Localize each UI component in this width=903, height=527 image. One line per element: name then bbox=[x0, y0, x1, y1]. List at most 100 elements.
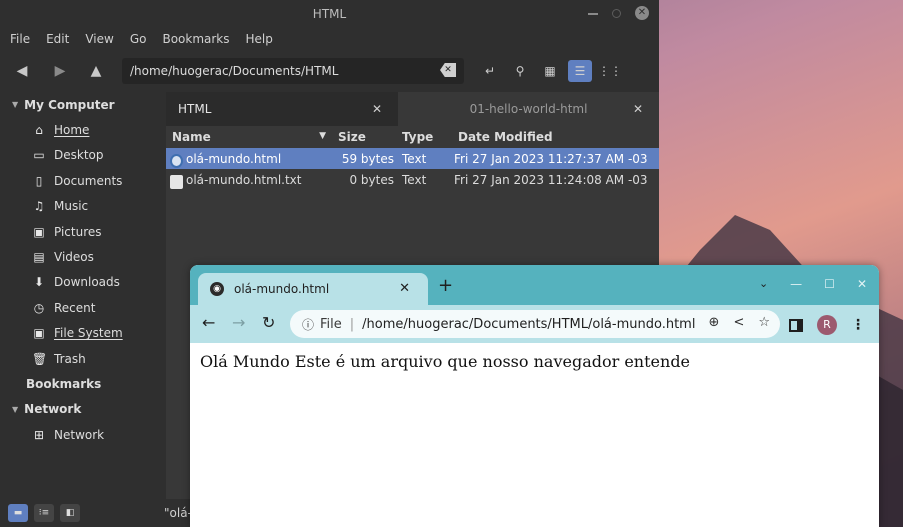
column-size[interactable]: Size bbox=[332, 130, 398, 144]
reload-icon[interactable]: ↻ bbox=[262, 313, 275, 332]
tab-bar: HTML ✕ 01-hello-world-html ✕ bbox=[166, 92, 659, 126]
sidebar-header-my-computer[interactable]: ▼ My Computer bbox=[0, 92, 166, 117]
column-name[interactable]: Name ▼ bbox=[166, 130, 332, 144]
sidebar-item-videos[interactable]: ▤ Videos bbox=[0, 244, 166, 269]
sidebar-item-documents[interactable]: ▯ Documents bbox=[0, 168, 166, 193]
star-icon[interactable]: ☆ bbox=[758, 315, 770, 330]
back-arrow-icon[interactable]: ← bbox=[202, 313, 215, 332]
places-toggle-icon[interactable]: ▬ bbox=[8, 504, 28, 522]
maximize-button[interactable]: ☐ bbox=[824, 277, 835, 291]
share-icon[interactable]: < bbox=[733, 315, 744, 330]
file-row[interactable]: olá-mundo.html 59 bytes Text Fri 27 Jan … bbox=[166, 148, 659, 169]
sidebar-item-desktop[interactable]: ▭ Desktop bbox=[0, 143, 166, 168]
videos-icon: ▤ bbox=[33, 250, 45, 265]
menu-bar: File Edit View Go Bookmarks Help bbox=[0, 28, 659, 50]
tab-01-hello-world-html[interactable]: 01-hello-world-html ✕ bbox=[398, 92, 659, 126]
clear-location-icon[interactable]: ✕ bbox=[440, 63, 456, 77]
arrow-left-icon: ◀ bbox=[16, 63, 28, 79]
browser-tab-title: olá-mundo.html bbox=[234, 282, 330, 296]
sidebar-item-network[interactable]: ⊞ Network bbox=[0, 422, 166, 447]
view-toggles: ↵ ⚲ ▦ ☰ ⋮⋮ bbox=[478, 60, 622, 82]
sidebar-item-file-system[interactable]: ▣ File System bbox=[0, 321, 166, 346]
home-icon: ⌂ bbox=[35, 123, 43, 138]
divider: | bbox=[349, 316, 355, 332]
location-path: /home/huogerac/Documents/HTML bbox=[130, 64, 339, 78]
menu-file[interactable]: File bbox=[2, 32, 38, 46]
column-type[interactable]: Type bbox=[398, 130, 454, 144]
list-view-icon[interactable]: ☰ bbox=[568, 60, 592, 82]
back-button[interactable]: ◀ bbox=[10, 59, 34, 83]
chevron-down-icon: ▼ bbox=[12, 404, 19, 414]
close-button[interactable]: ✕ bbox=[857, 277, 867, 291]
menu-view[interactable]: View bbox=[77, 32, 121, 46]
sort-descending-icon: ▼ bbox=[319, 131, 326, 141]
tab-search-icon[interactable]: ⌄ bbox=[759, 277, 768, 291]
search-icon[interactable]: ⚲ bbox=[508, 60, 532, 82]
sidebar-item-home[interactable]: ⌂ Home bbox=[0, 117, 166, 142]
sidebar-item-music[interactable]: ♫ Music bbox=[0, 194, 166, 219]
sidebar-item-recent[interactable]: ◷ Recent bbox=[0, 295, 166, 320]
close-button[interactable]: ✕ bbox=[635, 6, 649, 20]
browser-tab[interactable]: ◉ olá-mundo.html ✕ bbox=[198, 273, 428, 305]
window-controls: ✕ bbox=[588, 6, 649, 20]
minimize-button[interactable]: — bbox=[790, 277, 802, 291]
downloads-icon: ⬇ bbox=[33, 275, 45, 290]
tree-toggle-icon[interactable]: ⁝≡ bbox=[34, 504, 54, 522]
icon-view-icon[interactable]: ▦ bbox=[538, 60, 562, 82]
drive-icon: ▣ bbox=[33, 326, 45, 341]
arrow-right-icon: ▶ bbox=[54, 63, 66, 79]
more-options-icon[interactable]: ⋮ bbox=[851, 317, 865, 333]
compact-view-icon[interactable]: ⋮⋮ bbox=[598, 60, 622, 82]
column-date-modified[interactable]: Date Modified bbox=[454, 130, 659, 144]
documents-icon: ▯ bbox=[35, 173, 43, 188]
sidebar-header-network[interactable]: ▼ Network bbox=[0, 397, 166, 422]
forward-arrow-icon[interactable]: → bbox=[232, 313, 245, 332]
column-headers: Name ▼ Size Type Date Modified bbox=[166, 126, 659, 148]
sidebar-header-bookmarks[interactable]: Bookmarks bbox=[0, 371, 166, 396]
close-tab-icon[interactable]: ✕ bbox=[633, 102, 643, 116]
browser-window: ◉ olá-mundo.html ✕ + ⌄ — ☐ ✕ ← → ↻ ⓘ Fil… bbox=[190, 265, 879, 527]
close-tab-icon[interactable]: ✕ bbox=[399, 281, 410, 296]
hide-sidebar-icon[interactable]: ◧ bbox=[60, 504, 80, 522]
menu-go[interactable]: Go bbox=[122, 32, 155, 46]
sidebar-item-pictures[interactable]: ▣ Pictures bbox=[0, 219, 166, 244]
side-panel-icon[interactable] bbox=[789, 318, 803, 332]
info-icon[interactable]: ⓘ bbox=[302, 316, 314, 333]
forward-button[interactable]: ▶ bbox=[48, 59, 72, 83]
browser-tab-strip: ◉ olá-mundo.html ✕ + ⌄ — ☐ ✕ bbox=[190, 265, 879, 305]
new-tab-button[interactable]: + bbox=[438, 275, 453, 296]
file-row[interactable]: olá-mundo.html.txt 0 bytes Text Fri 27 J… bbox=[166, 169, 659, 190]
html-file-icon bbox=[170, 153, 183, 168]
minimize-button[interactable] bbox=[588, 13, 598, 15]
url-text: /home/huogerac/Documents/HTML/olá-mundo.… bbox=[362, 316, 696, 332]
page-text: Olá Mundo Este é um arquivo que nosso na… bbox=[200, 352, 691, 371]
trash-icon: 🗑 bbox=[32, 351, 48, 366]
pictures-icon: ▣ bbox=[33, 224, 45, 239]
menu-edit[interactable]: Edit bbox=[38, 32, 77, 46]
up-button[interactable]: ▲ bbox=[84, 59, 108, 83]
sidebar-item-downloads[interactable]: ⬇ Downloads bbox=[0, 270, 166, 295]
network-icon: ⊞ bbox=[33, 427, 45, 442]
scheme-label: File bbox=[320, 316, 342, 332]
location-bar[interactable]: /home/huogerac/Documents/HTML ✕ bbox=[122, 58, 464, 84]
recent-icon: ◷ bbox=[33, 300, 45, 315]
close-tab-icon[interactable]: ✕ bbox=[372, 102, 382, 116]
page-content: Olá Mundo Este é um arquivo que nosso na… bbox=[190, 343, 879, 380]
menu-help[interactable]: Help bbox=[238, 32, 281, 46]
window-title: HTML bbox=[312, 7, 347, 21]
browser-window-controls: ⌄ — ☐ ✕ bbox=[759, 277, 867, 291]
menu-bookmarks[interactable]: Bookmarks bbox=[154, 32, 237, 46]
address-bar[interactable]: ⓘ File | /home/huogerac/Documents/HTML/o… bbox=[290, 310, 780, 338]
text-file-icon bbox=[170, 174, 183, 189]
arrow-up-icon: ▲ bbox=[90, 63, 102, 79]
toggle-location-icon[interactable]: ↵ bbox=[478, 60, 502, 82]
desktop-icon: ▭ bbox=[33, 148, 45, 163]
sidebar: ▼ My Computer ⌂ Home ▭ Desktop ▯ Documen… bbox=[0, 92, 166, 499]
omnibox-actions: ⊕ < ☆ bbox=[709, 315, 770, 330]
zoom-icon[interactable]: ⊕ bbox=[709, 315, 720, 330]
tab-html[interactable]: HTML ✕ bbox=[166, 92, 398, 126]
maximize-button[interactable] bbox=[612, 8, 621, 18]
avatar[interactable]: R bbox=[817, 315, 837, 335]
toolbar: ◀ ▶ ▲ /home/huogerac/Documents/HTML ✕ ↵ … bbox=[0, 50, 659, 92]
sidebar-item-trash[interactable]: 🗑 Trash bbox=[0, 346, 166, 371]
